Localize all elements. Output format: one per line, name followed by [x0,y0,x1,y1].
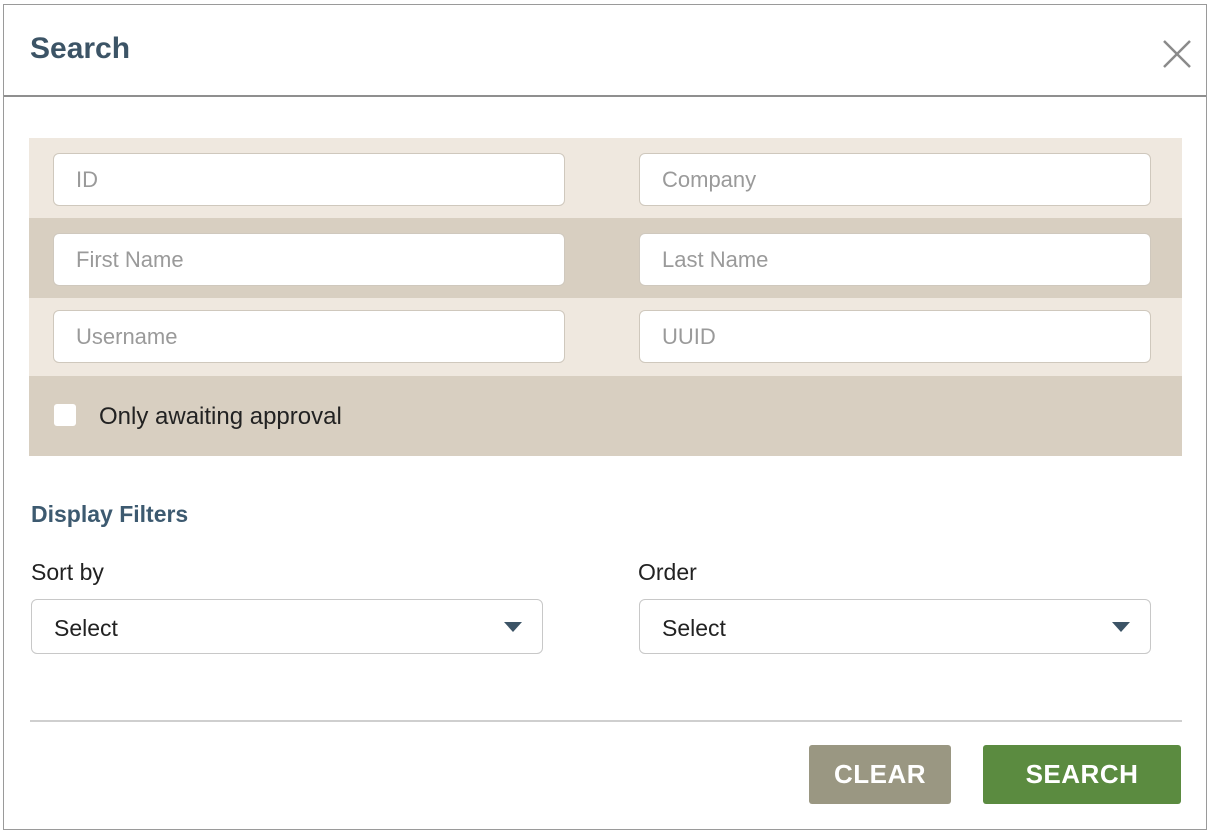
last-name-input[interactable] [639,233,1151,286]
first-name-input[interactable] [53,233,565,286]
username-input[interactable] [53,310,565,363]
clear-button[interactable]: CLEAR [809,745,951,804]
sort-by-select[interactable]: Select [31,599,543,654]
filter-row-id-company [29,138,1182,218]
caret-down-icon [504,622,522,632]
company-input[interactable] [639,153,1151,206]
modal-title: Search [30,32,131,65]
display-filters-title: Display Filters [31,501,189,527]
sort-by-label: Sort by [31,559,104,585]
awaiting-approval-checkbox[interactable] [54,404,76,426]
caret-down-icon [1112,622,1130,632]
order-select-value: Select [662,615,726,641]
filter-panel: Only awaiting approval [29,138,1182,456]
modal-header: Search [4,5,1206,97]
close-icon[interactable] [1162,39,1192,69]
filter-row-username-uuid [29,298,1182,376]
filter-row-approval: Only awaiting approval [29,376,1182,456]
search-modal: Search Only awaiting approval Display Fi… [3,4,1207,830]
order-select[interactable]: Select [639,599,1151,654]
sort-by-select-value: Select [54,615,118,641]
id-input[interactable] [53,153,565,206]
filter-row-names [29,218,1182,298]
uuid-input[interactable] [639,310,1151,363]
awaiting-approval-label: Only awaiting approval [99,403,342,430]
search-button[interactable]: SEARCH [983,745,1181,804]
order-label: Order [638,559,697,585]
footer-divider [30,720,1182,722]
